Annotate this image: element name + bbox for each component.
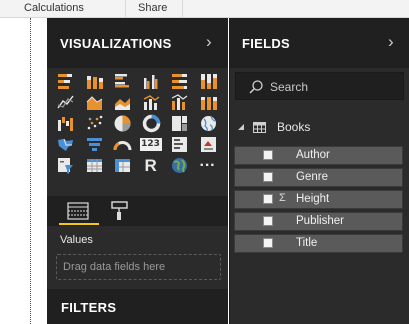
table-name: Books bbox=[277, 120, 311, 134]
visualizations-title: VISUALIZATIONS bbox=[60, 36, 172, 51]
scatter-chart-icon[interactable] bbox=[85, 114, 104, 133]
collapse-visualizations-chevron-icon[interactable]: › bbox=[206, 32, 212, 52]
field-item[interactable]: Genre bbox=[234, 168, 403, 187]
stacked-bar-chart-icon[interactable] bbox=[56, 72, 75, 91]
fields-title: FIELDS bbox=[242, 36, 291, 51]
search-icon bbox=[249, 80, 263, 94]
field-checkbox[interactable] bbox=[263, 172, 273, 182]
ribbon-chart-icon[interactable] bbox=[199, 93, 218, 112]
table-icon bbox=[253, 122, 266, 133]
table-icon[interactable] bbox=[85, 156, 104, 175]
field-checkbox[interactable] bbox=[263, 216, 273, 226]
gauge-icon[interactable] bbox=[113, 135, 132, 154]
donut-chart-icon[interactable] bbox=[142, 114, 161, 133]
search-placeholder: Search bbox=[270, 80, 309, 94]
area-chart-icon[interactable] bbox=[85, 93, 104, 112]
slicer-icon[interactable] bbox=[56, 156, 75, 175]
values-label: Values bbox=[60, 234, 93, 246]
stacked-column-chart-icon[interactable] bbox=[85, 72, 104, 91]
pie-chart-icon[interactable] bbox=[113, 114, 132, 133]
field-checkbox[interactable] bbox=[263, 150, 273, 160]
line-and-stacked-column-chart-icon[interactable] bbox=[142, 93, 161, 112]
field-item[interactable]: Publisher bbox=[234, 212, 403, 231]
filters-title: FILTERS bbox=[61, 300, 117, 315]
r-script-visual-icon[interactable]: R bbox=[145, 156, 157, 176]
100-percent-stacked-bar-chart-icon[interactable] bbox=[170, 72, 189, 91]
waterfall-chart-icon[interactable] bbox=[56, 114, 75, 133]
fields-header: FIELDS › bbox=[230, 18, 409, 68]
field-checkbox[interactable] bbox=[263, 238, 273, 248]
ribbon-separator bbox=[125, 0, 126, 17]
100-percent-stacked-column-chart-icon[interactable] bbox=[199, 72, 218, 91]
field-item[interactable]: Σ Height bbox=[234, 190, 403, 209]
table-books[interactable]: Books bbox=[235, 118, 405, 138]
card-icon[interactable]: 123 bbox=[139, 138, 162, 151]
clustered-bar-chart-icon[interactable] bbox=[113, 72, 132, 91]
stacked-area-chart-icon[interactable] bbox=[113, 93, 132, 112]
matrix-icon[interactable] bbox=[113, 156, 132, 175]
fields-pane: FIELDS › Search Books Author Genre Σ Height… bbox=[229, 18, 409, 324]
expand-triangle-icon[interactable] bbox=[237, 123, 245, 131]
active-tab-indicator bbox=[59, 223, 99, 225]
field-checkbox[interactable] bbox=[263, 194, 273, 204]
line-chart-icon[interactable] bbox=[56, 93, 75, 112]
multi-row-card-icon[interactable] bbox=[170, 135, 189, 154]
visualizations-header: VISUALIZATIONS › bbox=[47, 18, 228, 68]
ribbon-group-calculations[interactable]: Calculations bbox=[24, 2, 84, 14]
dropzone-placeholder: Drag data fields here bbox=[63, 261, 166, 273]
line-and-clustered-column-chart-icon[interactable] bbox=[170, 93, 189, 112]
field-label: Publisher bbox=[296, 215, 344, 227]
field-label: Author bbox=[296, 149, 330, 161]
clustered-column-chart-icon[interactable] bbox=[142, 72, 161, 91]
treemap-icon[interactable] bbox=[170, 114, 189, 133]
kpi-icon[interactable] bbox=[199, 135, 218, 154]
sigma-icon: Σ bbox=[279, 192, 286, 204]
globe-map-icon[interactable] bbox=[170, 156, 189, 175]
fields-search-input[interactable]: Search bbox=[235, 72, 404, 100]
field-label: Title bbox=[296, 237, 318, 249]
values-dropzone[interactable]: Drag data fields here bbox=[56, 254, 221, 280]
fields-tab-icon[interactable] bbox=[67, 202, 89, 220]
collapse-fields-chevron-icon[interactable]: › bbox=[388, 32, 394, 52]
report-canvas-border bbox=[30, 18, 31, 324]
map-icon[interactable] bbox=[199, 114, 218, 133]
field-label: Height bbox=[296, 193, 330, 205]
more-visuals-icon[interactable]: ··· bbox=[200, 157, 216, 175]
filters-section[interactable]: FILTERS bbox=[47, 289, 228, 324]
ribbon-group-share[interactable]: Share bbox=[138, 2, 167, 14]
visualizations-pane: VISUALIZATIONS › 123 R ··· Values Drag dat… bbox=[47, 18, 228, 324]
ribbon-separator bbox=[182, 0, 183, 17]
funnel-icon[interactable] bbox=[85, 135, 104, 154]
format-paint-roller-icon[interactable] bbox=[111, 201, 129, 221]
ribbon: Calculations Share bbox=[0, 0, 409, 18]
field-item[interactable]: Author bbox=[234, 146, 403, 165]
visualizations-tabs bbox=[47, 196, 228, 226]
filled-map-icon[interactable] bbox=[56, 135, 75, 154]
field-item[interactable]: Title bbox=[234, 234, 403, 253]
field-label: Genre bbox=[296, 171, 328, 183]
